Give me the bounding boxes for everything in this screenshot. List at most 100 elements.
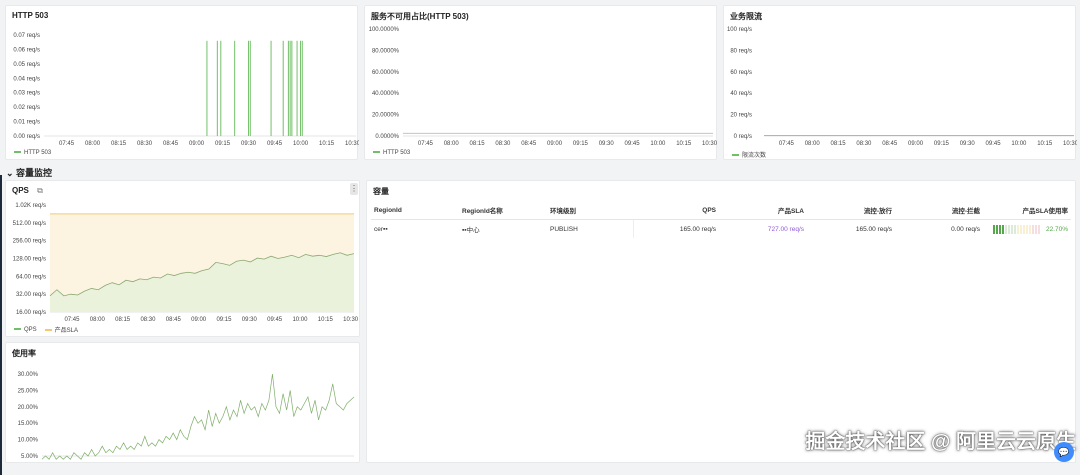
x-tick-label: 09:00 bbox=[547, 141, 563, 147]
y-tick-label: 0.07 req/s bbox=[13, 33, 40, 39]
x-tick-label: 10:30 bbox=[702, 141, 718, 147]
gauge-segment bbox=[995, 224, 998, 234]
x-tick-label: 08:00 bbox=[805, 141, 821, 147]
y-tick-label: 20 req/s bbox=[730, 113, 752, 119]
column-header[interactable]: RegionId bbox=[371, 201, 459, 220]
gauge-segment bbox=[1013, 224, 1016, 234]
x-tick-label: 10:15 bbox=[319, 141, 335, 147]
usage-chart[interactable]: 30.00% 25.00% 20.00% 15.00% 10.00% 5.00% bbox=[6, 343, 361, 464]
row-header-capacity[interactable]: ⌄ 容量监控 bbox=[6, 166, 52, 179]
y-tick-label: 20.00% bbox=[18, 405, 39, 411]
legend-label: HTTP 503 bbox=[383, 150, 411, 156]
legend-label: HTTP 503 bbox=[24, 150, 52, 156]
x-tick-label: 10:15 bbox=[676, 141, 692, 147]
x-tick-label: 10:00 bbox=[293, 141, 309, 147]
gauge-segment bbox=[1004, 224, 1007, 234]
column-header[interactable]: 产品SLA bbox=[719, 201, 807, 220]
x-tick-label: 08:30 bbox=[856, 141, 872, 147]
y-tick-label: 100.0000% bbox=[369, 27, 400, 33]
table-row: cer▪▪ ▪▪中心 PUBLISH 165.00 req/s 727.00 r… bbox=[371, 219, 1071, 238]
gauge-segment bbox=[992, 224, 995, 234]
x-tick-label: 08:00 bbox=[444, 141, 460, 147]
gauge-segment bbox=[1034, 224, 1037, 234]
panel-title: 容量 bbox=[373, 187, 389, 196]
legend-label: QPS bbox=[24, 326, 37, 333]
gauge-segment bbox=[1016, 224, 1019, 234]
y-tick-label: 0.05 req/s bbox=[13, 62, 40, 68]
gauge-segment bbox=[1001, 224, 1004, 234]
sla-usage-value: 22.70% bbox=[1045, 225, 1068, 233]
cell-env-level: PUBLISH bbox=[547, 219, 634, 238]
y-tick-label: 0 req/s bbox=[734, 134, 752, 140]
legend-swatch bbox=[14, 327, 21, 330]
x-tick-label: 09:15 bbox=[215, 141, 231, 147]
cell-sla: 727.00 req/s bbox=[767, 225, 804, 233]
x-tick-label: 09:00 bbox=[191, 317, 207, 323]
x-tick-label: 08:15 bbox=[831, 141, 847, 147]
x-tick-label: 08:00 bbox=[85, 141, 101, 147]
y-tick-label: 100 req/s bbox=[727, 27, 752, 33]
column-header[interactable]: Regionld名称 bbox=[459, 201, 547, 220]
x-tick-label: 10:30 bbox=[345, 141, 359, 147]
legend-label: 限流次数 bbox=[742, 153, 767, 159]
x-tick-label: 07:45 bbox=[59, 141, 75, 147]
x-tick-label: 07:45 bbox=[64, 317, 80, 323]
y-tick-label: 0.0000% bbox=[375, 134, 399, 140]
gauge-segment bbox=[998, 224, 1001, 234]
panel-capacity-table: 容量 RegionId Regionld名称 环境级别 QPS 产品SLA 流控… bbox=[366, 180, 1076, 463]
legend-item-http503[interactable]: HTTP 503 bbox=[373, 150, 410, 156]
y-tick-label: 5.00% bbox=[21, 454, 39, 460]
y-tick-label: 128.00 req/s bbox=[13, 257, 46, 263]
row-header-label: 容量监控 bbox=[16, 168, 53, 178]
y-tick-label: 512.00 req/s bbox=[13, 221, 46, 227]
x-tick-label: 09:30 bbox=[242, 317, 258, 323]
x-tick-label: 09:15 bbox=[573, 141, 589, 147]
rate-limit-chart[interactable]: 100 req/s 80 req/s 60 req/s 40 req/s 20 req/… bbox=[724, 6, 1077, 161]
x-tick-label: 10:00 bbox=[292, 317, 308, 323]
x-tick-label: 08:30 bbox=[495, 141, 511, 147]
x-tick-label: 07:45 bbox=[418, 141, 434, 147]
panel-unavailability: 服务不可用占比(HTTP 503) 100.0000% 80.0000% 60.00… bbox=[364, 5, 718, 161]
cell-region-id: cer▪▪ bbox=[374, 225, 388, 233]
sidebar-edge bbox=[0, 175, 2, 475]
unavailability-chart[interactable]: 100.0000% 80.0000% 60.0000% 40.0000% 20.0000… bbox=[365, 6, 718, 161]
x-tick-label: 08:15 bbox=[470, 141, 486, 147]
legend-swatch bbox=[732, 154, 739, 157]
y-tick-label: 0.03 req/s bbox=[13, 91, 40, 97]
legend-swatch bbox=[44, 329, 52, 332]
chevron-down-icon: ⌄ bbox=[6, 168, 17, 178]
x-tick-label: 09:45 bbox=[267, 317, 283, 323]
y-tick-label: 0.02 req/s bbox=[13, 105, 40, 111]
http503-chart[interactable]: 0.07 req/s 0.06 req/s 0.05 req/s 0.04 req/s… bbox=[6, 6, 359, 161]
x-tick-label: 08:30 bbox=[140, 317, 156, 323]
y-tick-label: 80.0000% bbox=[372, 48, 400, 54]
column-header[interactable]: 环境级别 bbox=[547, 201, 633, 220]
legend-swatch bbox=[373, 151, 380, 154]
x-tick-label: 08:45 bbox=[521, 141, 537, 147]
y-tick-label: 40.0000% bbox=[372, 91, 400, 97]
column-header[interactable]: QPS bbox=[633, 201, 719, 220]
chat-icon[interactable]: 💬 bbox=[1054, 442, 1074, 462]
table-header-row: RegionId Regionld名称 环境级别 QPS 产品SLA 流控-放行… bbox=[371, 201, 1071, 220]
legend-item-qps[interactable]: QPS bbox=[14, 327, 37, 333]
cell-qps: 165.00 req/s bbox=[679, 225, 716, 233]
x-tick-label: 09:15 bbox=[216, 317, 232, 323]
gauge-segment bbox=[1007, 224, 1010, 234]
column-header[interactable]: 流控-放行 bbox=[807, 201, 895, 220]
legend-item-http503[interactable]: HTTP 503 bbox=[14, 150, 51, 156]
x-tick-label: 08:45 bbox=[882, 141, 898, 147]
qps-chart[interactable]: 1.02K req/s 512.00 req/s 256.00 req/s 128.0… bbox=[6, 181, 361, 338]
legend-item-limit-count[interactable]: 限流次数 bbox=[732, 150, 766, 159]
y-tick-label: 30.00% bbox=[18, 372, 39, 378]
legend-item-sla[interactable]: 产品SLA bbox=[44, 325, 78, 334]
column-header[interactable]: 流控-拦截 bbox=[895, 201, 983, 220]
x-tick-label: 09:30 bbox=[241, 141, 257, 147]
column-header[interactable]: 产品SLA使用率 bbox=[983, 201, 1071, 220]
y-tick-label: 0.06 req/s bbox=[13, 47, 40, 53]
cell-region-name: ▪▪中心 bbox=[462, 227, 480, 234]
x-tick-label: 09:15 bbox=[934, 141, 950, 147]
x-tick-label: 09:45 bbox=[625, 141, 641, 147]
y-tick-label: 15.00% bbox=[18, 421, 39, 427]
x-tick-label: 09:45 bbox=[986, 141, 1002, 147]
panel-qps: QPS ⧉ ⋮ 1.02K req/s 512.00 req/s 256.00 re… bbox=[5, 180, 360, 337]
